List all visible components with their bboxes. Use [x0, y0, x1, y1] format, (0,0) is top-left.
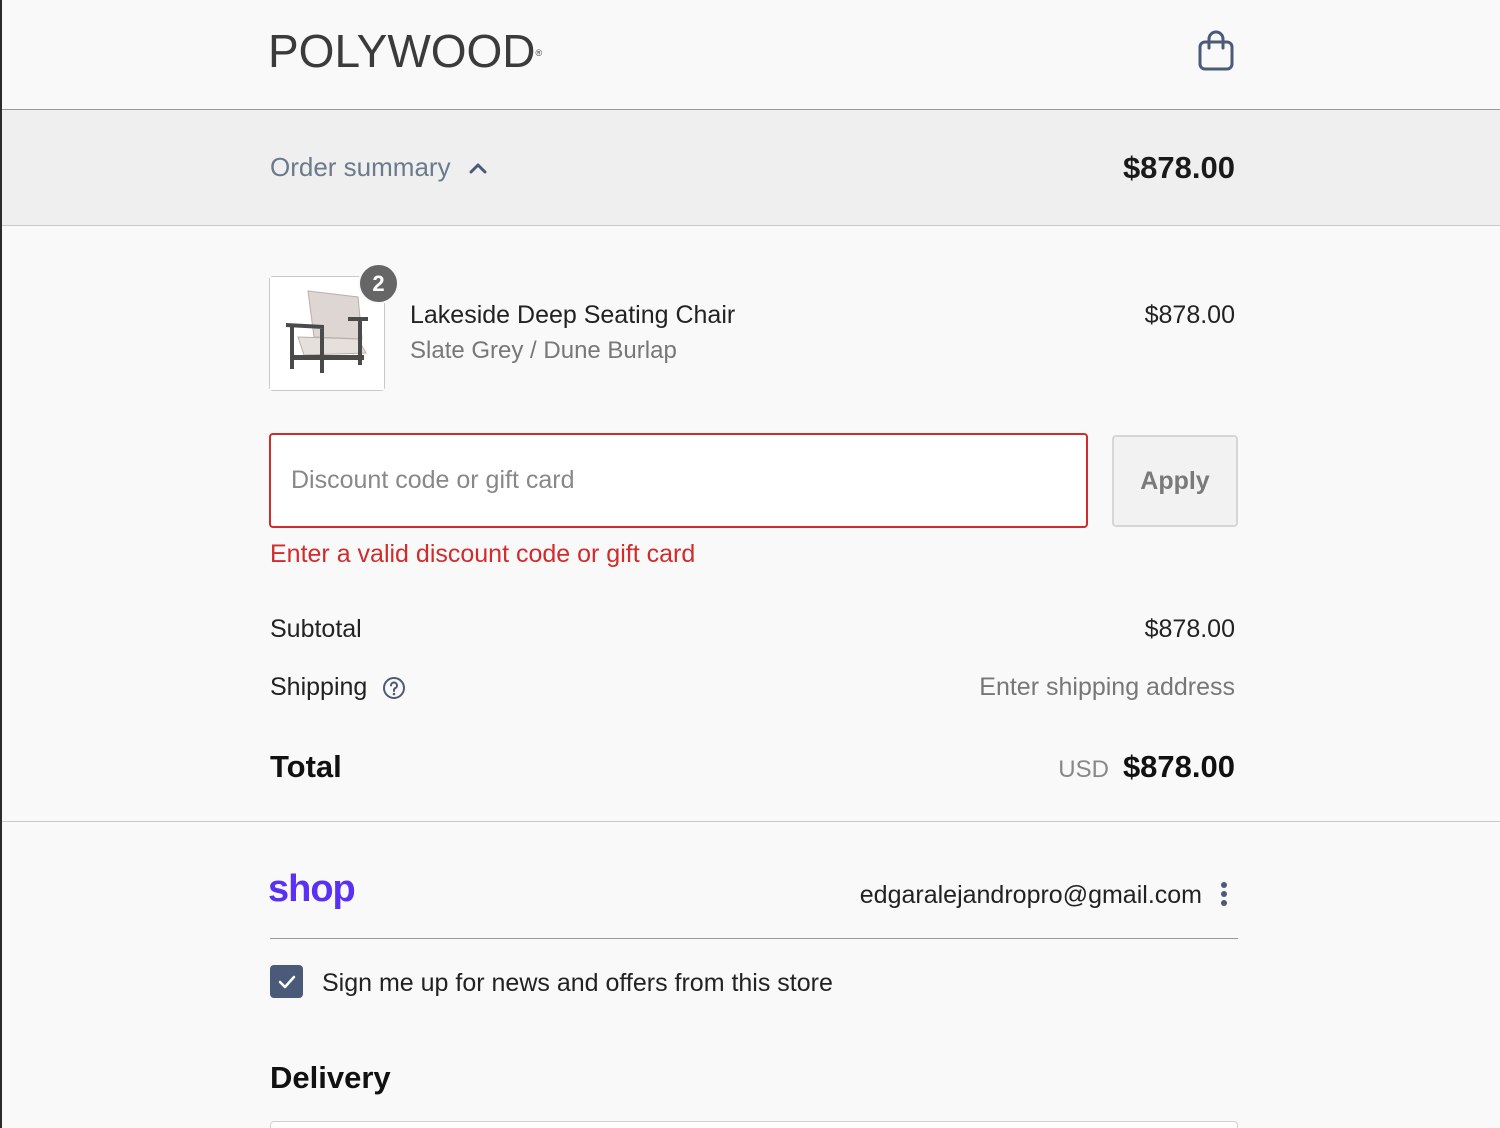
- shipping-row: Shipping: [270, 673, 406, 702]
- site-header: POLYWOOD®: [2, 0, 1500, 110]
- order-summary-toggle[interactable]: Order summary: [270, 152, 487, 183]
- question-circle-icon[interactable]: [382, 676, 406, 700]
- registered-mark: ®: [535, 48, 543, 58]
- quantity-badge: 2: [358, 263, 399, 304]
- shop-pay-logo: shop: [268, 868, 356, 910]
- product-name: Lakeside Deep Seating Chair: [410, 301, 736, 329]
- polywood-logo[interactable]: POLYWOOD®: [268, 28, 542, 74]
- brand-name: POLYWOOD: [268, 25, 536, 77]
- total-amount: $878.00: [1122, 749, 1235, 784]
- cart-button[interactable]: [1196, 30, 1236, 72]
- section-divider: [2, 821, 1500, 822]
- order-summary-bar: [2, 110, 1500, 226]
- shopping-bag-icon: [1198, 30, 1234, 71]
- subtotal-label: Subtotal: [270, 615, 362, 643]
- discount-error-message: Enter a valid discount code or gift card: [270, 540, 696, 568]
- shipping-label: Shipping: [270, 673, 368, 701]
- checkmark-icon: [278, 975, 295, 988]
- shop-divider: [270, 938, 1238, 939]
- product-variant: Slate Grey / Dune Burlap: [410, 337, 677, 364]
- order-summary-label: Order summary: [270, 152, 451, 182]
- newsletter-label[interactable]: Sign me up for news and offers from this…: [322, 969, 833, 998]
- delivery-field[interactable]: [270, 1121, 1238, 1128]
- shop-account-email: edgaralejandropro@gmail.com: [859, 881, 1202, 909]
- total-currency: USD: [1058, 756, 1109, 783]
- newsletter-checkbox[interactable]: [270, 965, 303, 998]
- order-summary-total: $878.00: [1122, 150, 1235, 185]
- discount-code-input[interactable]: [269, 433, 1088, 528]
- shipping-value: Enter shipping address: [979, 673, 1235, 701]
- more-vertical-icon[interactable]: [1216, 881, 1232, 909]
- chevron-up-icon: [469, 163, 487, 173]
- subtotal-value: $878.00: [1144, 615, 1235, 643]
- total-label: Total: [270, 749, 342, 784]
- delivery-heading: Delivery: [270, 1060, 391, 1095]
- apply-discount-button[interactable]: Apply: [1112, 435, 1238, 527]
- product-price: $878.00: [1144, 301, 1235, 329]
- total-value-group: USD $878.00: [1058, 749, 1235, 785]
